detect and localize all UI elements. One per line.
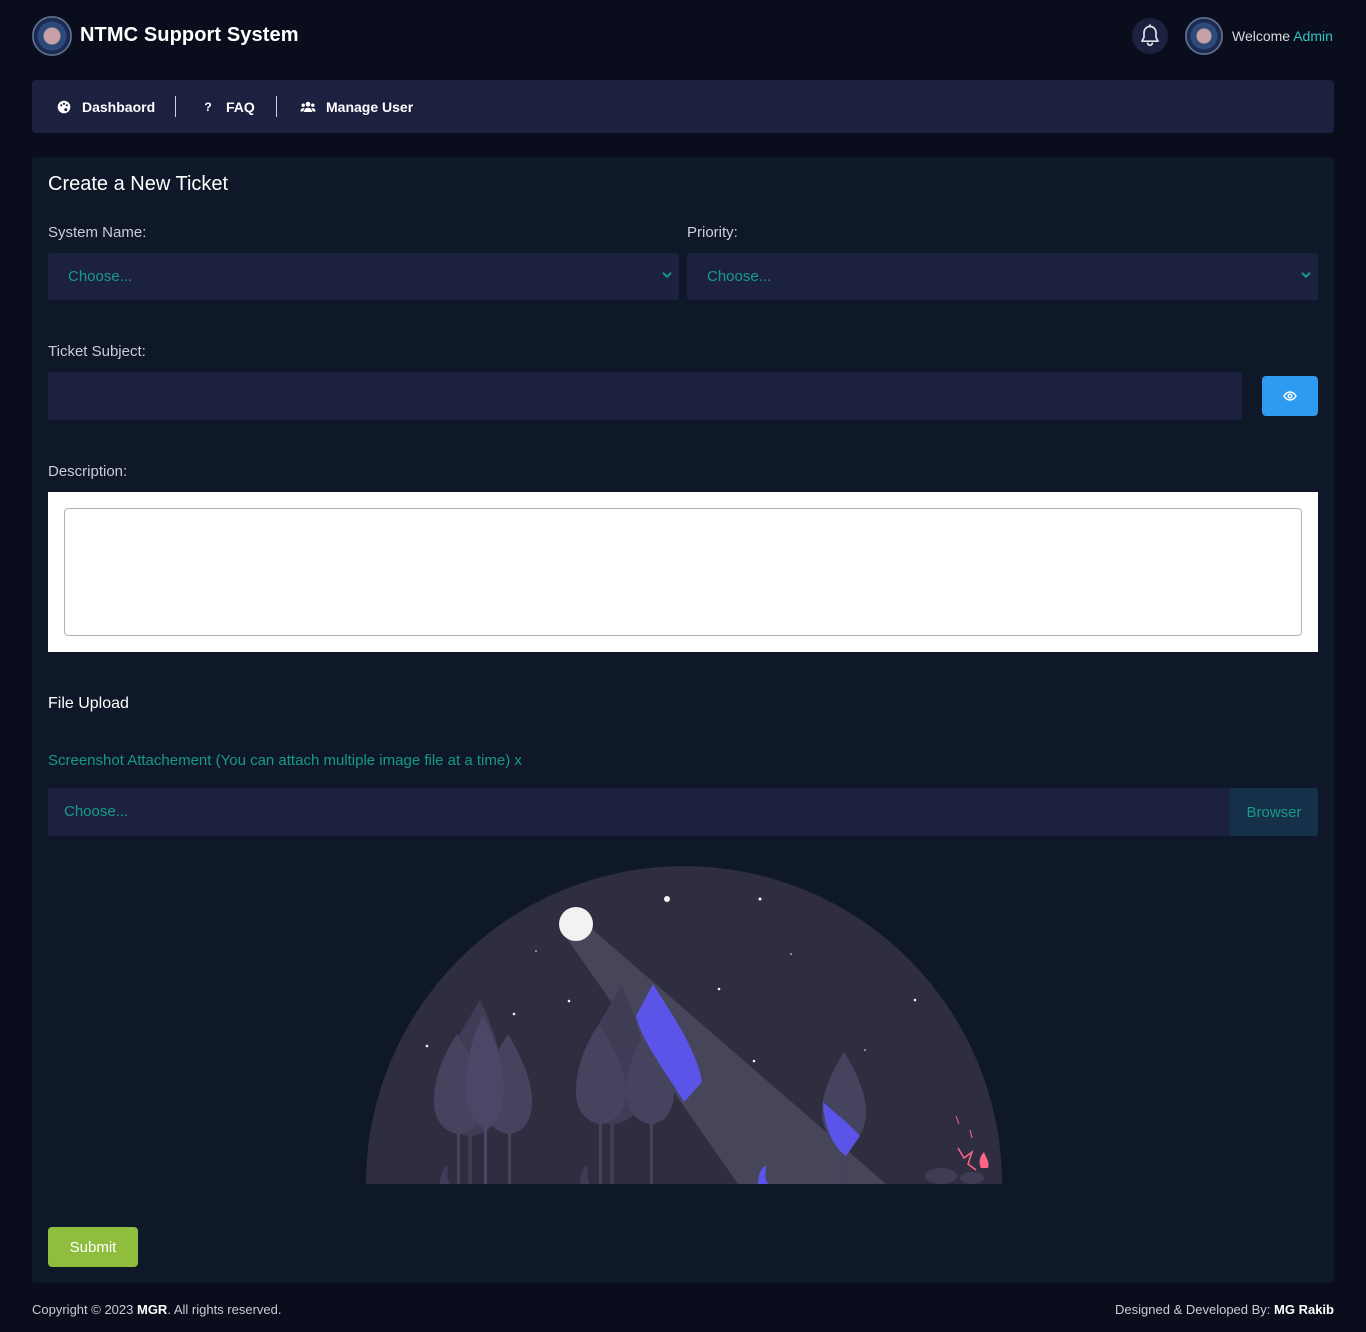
nav-item-label: FAQ [226,98,255,115]
submit-button[interactable]: Submit [48,1227,138,1267]
file-upload-title: File Upload [48,695,129,712]
credit-name: MG Rakib [1274,1302,1334,1317]
notification-button[interactable] [1132,18,1168,54]
main-nav: Dashbaord ? FAQ Manage User [32,80,1334,133]
description-editor [48,492,1318,652]
top-bar: NTMC Support System Welcome Admin [0,0,1366,72]
nav-item-label: Dashbaord [82,98,156,115]
logo [32,16,72,56]
priority-value: Choose... [707,268,772,285]
page-title: Create a New Ticket [48,173,229,195]
welcome-text: Welcome Admin [1232,28,1333,44]
nav-divider [175,96,176,117]
file-upload-hint: Screenshot Attachement (You can attach m… [48,752,522,769]
nav-item-label: Manage User [326,98,414,115]
copyright-prefix: Copyright © 2023 [32,1302,134,1317]
system-name-value: Choose... [68,268,133,285]
description-textarea[interactable] [64,508,1302,636]
footer-credit: Designed & Developed By: MG Rakib [1115,1302,1334,1317]
priority-select[interactable]: Choose... [687,253,1318,300]
chevron-down-icon [1301,272,1311,278]
night-forest-illustration [366,866,1002,1184]
palette-icon [56,99,72,115]
welcome-label: Welcome [1232,28,1291,44]
nav-divider [276,96,277,117]
system-name-label: System Name: [48,224,147,241]
ticket-form-card: Create a New Ticket System Name: Choose.… [32,157,1334,1283]
nav-item-manage-user[interactable]: Manage User [300,80,413,133]
description-label: Description: [48,463,128,480]
file-upload-input[interactable]: Choose... Browser [48,788,1318,836]
browse-button[interactable]: Browser [1230,788,1318,836]
system-name-select[interactable]: Choose... [48,253,679,300]
file-placeholder: Choose... [64,803,129,820]
credit-prefix: Designed & Developed By: [1115,1302,1271,1317]
nav-item-faq[interactable]: ? FAQ [200,80,255,133]
brand-title: NTMC Support System [80,24,299,46]
ticket-subject-input[interactable] [48,372,1242,420]
eye-icon [1283,391,1297,401]
nav-item-dashboard[interactable]: Dashbaord [56,80,155,133]
bell-icon [1141,24,1159,47]
footer-copyright: Copyright © 2023 MGR. All rights reserve… [32,1302,281,1317]
ticket-subject-label: Ticket Subject: [48,343,146,360]
user-name-link[interactable]: Admin [1293,28,1333,44]
users-icon [300,99,316,115]
avatar[interactable] [1185,17,1223,55]
preview-button[interactable] [1262,376,1318,416]
priority-label: Priority: [687,224,738,241]
chevron-down-icon [662,272,672,278]
copyright-suffix: . All rights reserved. [167,1302,282,1317]
question-icon: ? [204,99,212,114]
copyright-owner: MGR [136,1302,168,1317]
